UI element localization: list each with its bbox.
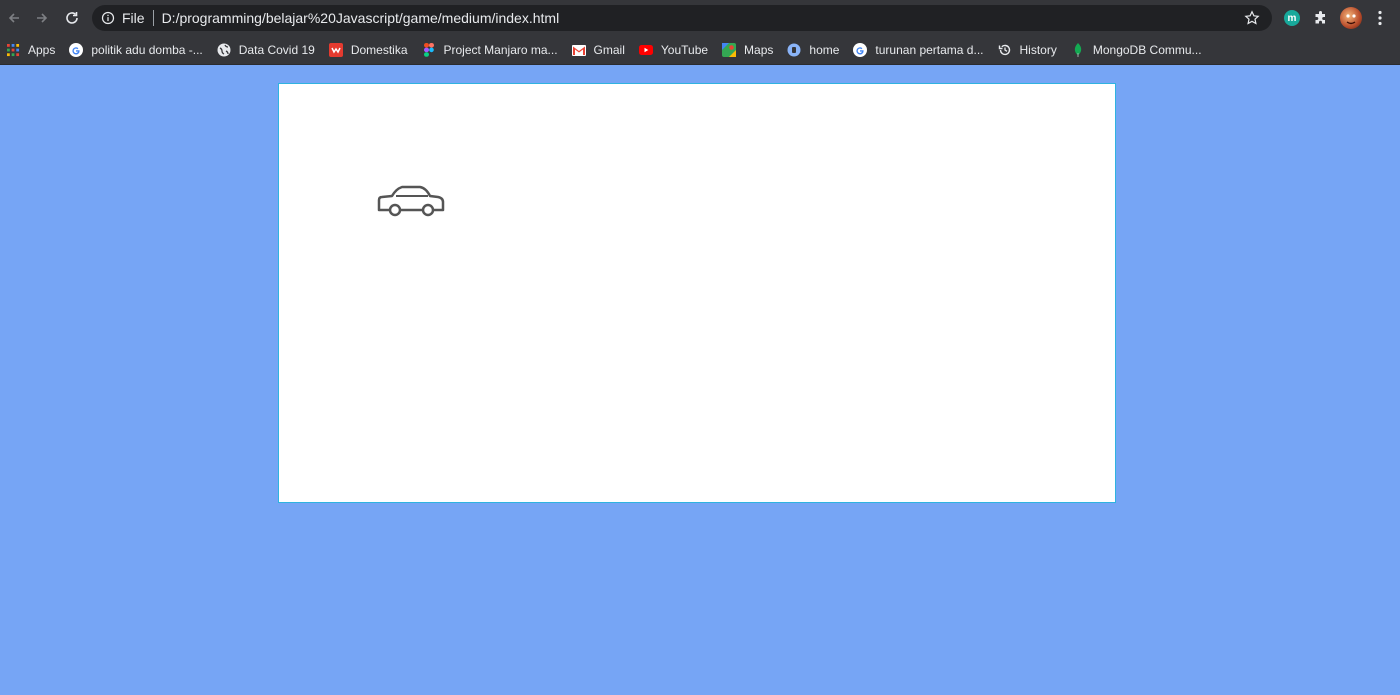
bookmark-project-manjaro[interactable]: Project Manjaro ma... [416, 39, 566, 61]
site-chip[interactable]: File [122, 10, 145, 26]
bookmark-domestika[interactable]: Domestika [323, 39, 416, 61]
arrow-left-icon [8, 13, 19, 23]
bookmark-label: turunan pertama d... [875, 43, 984, 57]
browser-toolbar: File D:/programming/belajar%20Javascript… [0, 0, 1400, 36]
bookmark-label: Data Covid 19 [238, 43, 315, 57]
youtube-icon [638, 43, 653, 57]
game-canvas[interactable] [278, 83, 1116, 503]
maps-icon [722, 43, 737, 57]
bookmark-label: History [1019, 43, 1057, 57]
bookmark-turunan[interactable]: turunan pertama d... [847, 39, 991, 61]
extension-m-icon[interactable]: m [1284, 10, 1300, 26]
reload-button[interactable] [58, 4, 86, 32]
bookmark-label: home [809, 43, 840, 57]
globe-icon [217, 43, 231, 57]
mongodb-leaf-icon [1071, 43, 1085, 57]
car-icon [377, 185, 445, 217]
bookmark-history[interactable]: History [992, 39, 1065, 61]
bookmark-label: YouTube [660, 43, 709, 57]
profile-avatar[interactable] [1340, 7, 1362, 29]
bookmark-maps[interactable]: Maps [716, 39, 781, 61]
bookmark-label: Domestika [350, 43, 408, 57]
bookmark-label: MongoDB Commu... [1092, 43, 1202, 57]
star-icon[interactable] [1244, 10, 1260, 26]
bookmark-label: Gmail [593, 43, 625, 57]
bookmark-label: Project Manjaro ma... [443, 43, 558, 57]
gmail-icon [571, 43, 586, 57]
bookmark-mongodb[interactable]: MongoDB Commu... [1065, 39, 1210, 61]
more-vert-icon[interactable] [1372, 9, 1388, 27]
bookmark-gmail[interactable]: Gmail [566, 39, 633, 61]
bookmark-data-covid[interactable]: Data Covid 19 [211, 39, 323, 61]
url-text[interactable]: D:/programming/belajar%20Javascript/game… [162, 10, 560, 26]
bookmark-politik[interactable]: politik adu domba -... [63, 39, 210, 61]
arrow-right-icon [37, 13, 48, 23]
bookmark-apps[interactable]: Apps [0, 39, 63, 61]
apps-grid-icon [6, 43, 20, 57]
bookmark-label: Maps [744, 43, 774, 57]
home-site-icon [787, 43, 801, 57]
back-button[interactable] [0, 4, 28, 32]
bookmarks-bar: Apps politik adu domba -... Data Covid 1… [0, 36, 1400, 65]
history-icon [998, 43, 1012, 57]
figma-icon [422, 43, 436, 57]
info-icon[interactable] [100, 10, 116, 26]
bookmark-label: Apps [28, 43, 56, 57]
google-icon [69, 43, 84, 57]
reload-icon [66, 12, 78, 24]
google-icon [853, 43, 868, 57]
omnibox-divider [152, 10, 154, 26]
domestika-icon [328, 43, 343, 57]
forward-button[interactable] [28, 4, 56, 32]
address-bar[interactable]: File D:/programming/belajar%20Javascript… [92, 5, 1272, 31]
bookmark-youtube[interactable]: YouTube [633, 39, 716, 61]
puzzle-icon[interactable] [1313, 10, 1329, 26]
bookmark-home[interactable]: home [781, 39, 847, 61]
bookmark-label: politik adu domba -... [91, 43, 203, 57]
